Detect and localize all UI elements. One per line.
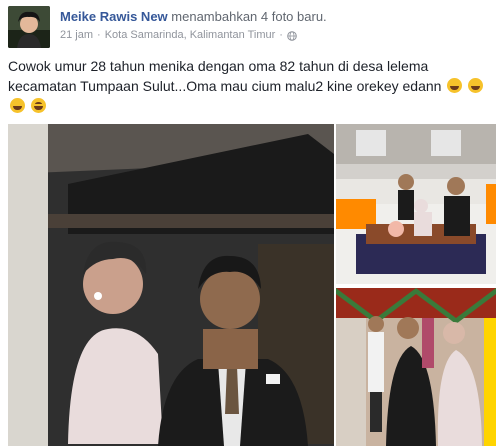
laughing-emoji [30,98,46,113]
separator-dot: · [97,29,101,41]
post-text-body: Cowok umur 28 tahun menika dengan oma 82… [8,58,442,94]
post-subline: 21 jam · Kota Samarinda, Kalimantan Timu… [60,27,488,43]
post-text: Cowok umur 28 tahun menika dengan oma 82… [8,56,488,116]
photo-ceremony[interactable] [336,124,496,284]
post-meta: Meike Rawis New menambahkan 4 foto baru.… [60,8,488,43]
post-timestamp[interactable]: 21 jam [60,27,93,43]
photo-main[interactable] [8,124,334,446]
post-headline: Meike Rawis New menambahkan 4 foto baru. [60,8,488,25]
post-action-text: menambahkan 4 foto baru. [171,9,327,24]
globe-icon[interactable] [287,30,297,41]
photo-kiss[interactable] [336,288,496,446]
post-location-link[interactable]: Kota Samarinda, Kalimantan Timur [105,27,276,43]
avatar[interactable] [8,6,50,48]
grinning-sweat-emoji [468,78,484,93]
separator-dot-2: · [279,29,283,41]
grinning-sweat-emoji [10,98,25,113]
post-header: Meike Rawis New menambahkan 4 foto baru.… [8,6,488,48]
photo-grid [8,124,496,446]
author-name-link[interactable]: Meike Rawis New [60,9,168,24]
grinning-sweat-emoji [447,78,463,93]
